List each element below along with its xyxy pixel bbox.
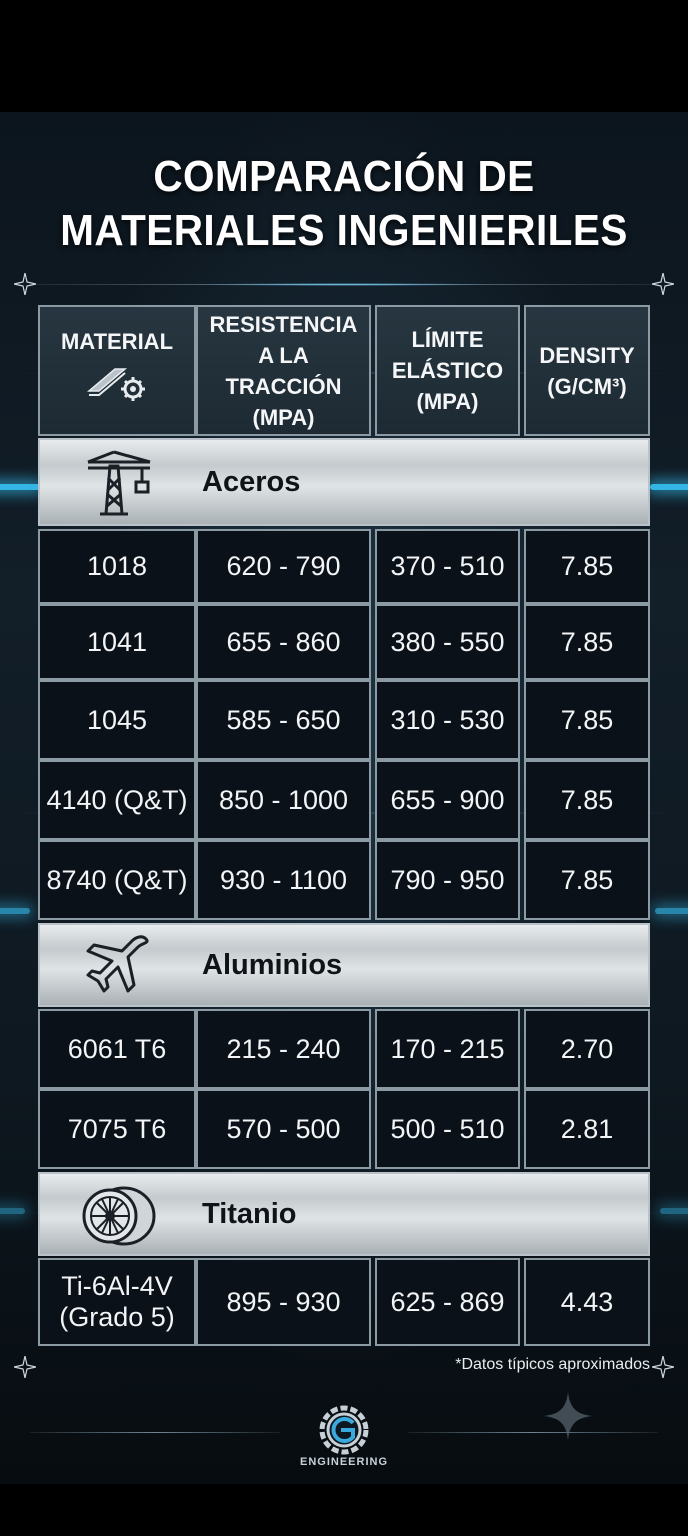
crane-icon [87, 450, 151, 516]
table-cell-material: 8740 (Q&T) [38, 840, 196, 920]
table-cell-density: 2.81 [524, 1089, 650, 1169]
engineering-logo-icon [319, 1405, 369, 1455]
table-cell-tensile: 655 - 860 [196, 604, 371, 680]
section-steel-label: Aceros [202, 465, 301, 498]
titanium-material-line-2: (Grado 5) [59, 1302, 175, 1332]
star-sparkle-icon [544, 1392, 592, 1440]
sparkle-icon [14, 273, 36, 295]
section-aluminum-label: Aluminios [202, 948, 343, 981]
header-tensile-line-1: RESISTENCIA [209, 311, 358, 337]
airplane-icon [86, 935, 149, 993]
header-material-label: MATERIAL [60, 329, 174, 354]
footer-divider-left [30, 1432, 280, 1433]
logo-text: ENGINEERING [299, 1456, 388, 1468]
sparkle-icon [652, 273, 674, 295]
titanium-material-line-1: Ti-6Al-4V [61, 1271, 173, 1301]
table-cell-tensile: 620 - 790 [196, 529, 371, 604]
table-cell-density: 7.85 [524, 760, 650, 840]
table-cell-density: 7.85 [524, 529, 650, 604]
section-titanium-label: Titanio [202, 1197, 297, 1230]
table-cell-tensile: 850 - 1000 [196, 760, 371, 840]
title-divider-glow [200, 283, 488, 286]
table-cell-density: 7.85 [524, 680, 650, 760]
section-aluminum: Aluminios [38, 923, 650, 1007]
header-tensile-strength: RESISTENCIA A LA TRACCIÓN (MPA) [196, 305, 371, 436]
header-yield-strength: LÍMITE ELÁSTICO (MPA) [375, 305, 520, 436]
header-material: MATERIAL [38, 305, 196, 436]
table-cell-material: 1045 [38, 680, 196, 760]
table-cell-yield: 310 - 530 [375, 680, 520, 760]
page-title: COMPARACIÓN DE MATERIALES INGENIERILES [28, 150, 661, 258]
title-line-2: MATERIALES INGENIERILES [60, 206, 628, 255]
header-density-line-2: (G/CM³) [547, 373, 627, 399]
table-cell-tensile: 930 - 1100 [196, 840, 371, 920]
jet-engine-icon [82, 1186, 156, 1246]
table-cell-density: 4.43 [524, 1258, 650, 1346]
top-bar [0, 0, 688, 112]
section-titanium: Titanio [38, 1172, 650, 1256]
table-cell-material: 1041 [38, 604, 196, 680]
table-cell-yield: 500 - 510 [375, 1089, 520, 1169]
footer-divider-right [408, 1432, 658, 1433]
table-cell-density: 7.85 [524, 604, 650, 680]
table-cell-density: 2.70 [524, 1009, 650, 1089]
table-cell-tensile: 570 - 500 [196, 1089, 371, 1169]
table-cell-yield: 170 - 215 [375, 1009, 520, 1089]
table-cell-density: 7.85 [524, 840, 650, 920]
table-cell-yield: 655 - 900 [375, 760, 520, 840]
table-cell-yield: 370 - 510 [375, 529, 520, 604]
table-cell-yield: 380 - 550 [375, 604, 520, 680]
header-yield-line-2: ELÁSTICO [391, 358, 504, 383]
table-cell-material: Ti-6Al-4V (Grado 5) [38, 1258, 196, 1346]
header-tensile-line-2: A LA TRACCIÓN [225, 342, 342, 399]
table-cell-material: 4140 (Q&T) [38, 760, 196, 840]
footnote: *Datos típicos aproximados [455, 1356, 650, 1373]
table-cell-material: 6061 T6 [38, 1009, 196, 1089]
header-yield-line-1: LÍMITE [411, 327, 484, 352]
table-cell-yield: 625 - 869 [375, 1258, 520, 1346]
sparkle-icon [14, 1356, 36, 1378]
table-cell-tensile: 895 - 930 [196, 1258, 371, 1346]
bottom-bar [0, 1484, 688, 1536]
table-cell-tensile: 215 - 240 [196, 1009, 371, 1089]
header-tensile-line-3: (MPA) [252, 404, 315, 430]
header-density: DENSITY (G/CM³) [524, 305, 650, 436]
sparkle-icon [652, 1356, 674, 1378]
table-cell-tensile: 585 - 650 [196, 680, 371, 760]
header-density-line-1: DENSITY [539, 342, 635, 368]
section-steel: Aceros [38, 438, 650, 526]
header-yield-line-3: (MPA) [416, 389, 479, 414]
steel-beam-gear-icon [86, 368, 145, 401]
table-cell-material: 1018 [38, 529, 196, 604]
table-cell-material: 7075 T6 [38, 1089, 196, 1169]
title-line-1: COMPARACIÓN DE [153, 152, 535, 201]
table-cell-yield: 790 - 950 [375, 840, 520, 920]
